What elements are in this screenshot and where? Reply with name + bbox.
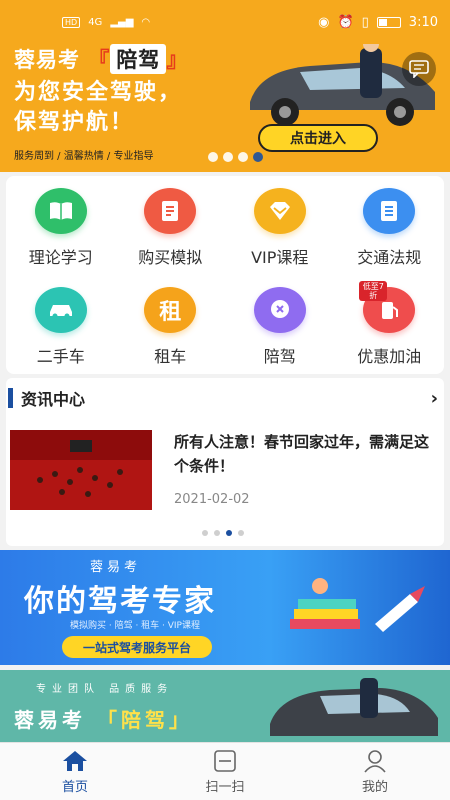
signal-label: 4G [88,16,103,28]
promo2-brand-prefix: 蓉易考 [14,708,86,732]
news-section-title: 资讯中心 [21,390,86,409]
news-dot[interactable] [214,530,220,536]
news-thumbnail [10,430,152,510]
bottom-tab-bar: 首页 扫一扫 我的 [0,742,450,800]
news-header[interactable]: 资讯中心 › [6,378,444,418]
books-rocket-illustration-icon [290,578,425,632]
banner-highlight: 陪驾 [110,44,167,74]
book-icon [34,188,87,234]
feature-label: 购买模拟 [138,248,203,267]
tab-label: 首页 [61,780,88,795]
message-button[interactable] [402,52,436,86]
feature-label: 交通法规 [357,248,422,267]
bracket-right-icon: 』 [166,48,189,72]
news-pagination [202,530,244,536]
app-screen: 蓉易考 『陪驾』 为您安全驾驶， 保驾护航！ 服务周到 / 温馨热情 / 专业指… [0,0,450,800]
promo1-headline: 你的驾考专家 [24,584,216,619]
car-icon [34,287,87,333]
banner-brand: 蓉易考 [14,48,80,72]
feature-item[interactable]: 理论学习 [6,176,116,275]
status-bar: HD 4G ▂▄▆ ◠ ◉ ⏰ ▯ 3:10 [0,0,450,44]
bracket-left-icon: 『 [88,48,111,72]
battery-icon [376,16,401,28]
banner-line1: 蓉易考 『陪驾』 [14,44,188,74]
news-dot[interactable] [202,530,208,536]
tab-label: 扫一扫 [205,780,245,795]
crowd-image-icon [10,430,152,510]
banner-line2: 为您安全驾驶， [14,80,183,105]
feature-grid: 理论学习 购买模拟 VIP课程 交通法规 二手车租租车 陪驾 低至7折 优惠加油 [6,176,444,374]
promo1-subline: 模拟购买 · 陪驾 · 租车 · VIP课程 [70,621,200,631]
tab-scan[interactable]: 扫一扫 [150,743,300,800]
user-icon [361,748,389,774]
badge-icon [253,287,306,333]
promo1-pill: 一站式驾考服务平台 [62,636,212,658]
feature-item[interactable]: VIP课程 [225,176,335,275]
feature-item[interactable]: 租租车 [116,275,226,374]
rent-icon: 租 [144,287,197,333]
promo1-brand: 蓉易考 [90,560,142,575]
list-icon [363,188,416,234]
promo2-tags: 专业团队 品质服务 [36,684,174,695]
promo-banner-companion-driving[interactable]: 专业团队 品质服务 蓉易考 「陪驾」 [0,670,450,742]
news-dot-active[interactable] [226,530,232,536]
discount-tag: 低至7折 [359,281,388,301]
news-item[interactable]: 所有人注意！春节回家过年，需满足这个条件！ 2021-02-02 [6,418,444,510]
section-marker [8,388,13,408]
feature-label: 优惠加油 [357,347,422,366]
wifi-icon: ◠ [141,16,151,28]
feature-label: 二手车 [36,347,85,366]
banner-footer: 服务周到 / 温馨热情 / 专业指导 [14,151,154,162]
banner-line3: 保驾护航！ [14,110,135,135]
status-time: 3:10 [408,14,438,30]
feature-item[interactable]: 购买模拟 [116,176,226,275]
car-driver-illustration-icon [270,678,438,736]
feature-label: 陪驾 [263,347,296,366]
chevron-right-icon[interactable]: › [431,388,438,409]
alarm-icon: ⏰ [337,14,354,30]
news-dot[interactable] [238,530,244,536]
tab-home[interactable]: 首页 [0,743,150,800]
banner-dot[interactable] [238,152,248,162]
promo-banner-driving-expert[interactable]: 蓉易考 你的驾考专家 模拟购买 · 陪驾 · 租车 · VIP课程 一站式驾考服… [0,550,450,665]
home-icon [61,748,89,774]
feature-item[interactable]: 交通法规 [335,176,445,275]
feature-item[interactable]: 低至7折优惠加油 [335,275,445,374]
banner-dot[interactable] [223,152,233,162]
tab-label: 我的 [361,780,388,795]
banner-dot-active[interactable] [253,152,263,162]
tab-user[interactable]: 我的 [300,743,450,800]
news-headline: 所有人注意！春节回家过年，需满足这个条件！ [174,433,430,475]
chat-icon [409,60,429,78]
banner-pagination [208,152,263,162]
news-date: 2021-02-02 [174,492,250,507]
feature-item[interactable]: 二手车 [6,275,116,374]
feature-label: 租车 [154,347,187,366]
signal-icon: ▂▄▆ [110,16,134,28]
feature-label: VIP课程 [251,248,309,267]
network-badge: HD [62,16,81,28]
document-icon [144,188,197,234]
feature-item[interactable]: 陪驾 [225,275,335,374]
diamond-icon [253,188,306,234]
feature-label: 理论学习 [28,248,93,267]
promo2-brand: 蓉易考 「陪驾」 [14,704,193,733]
fuel-icon: 低至7折 [359,281,416,333]
enter-button[interactable]: 点击进入 [258,124,378,152]
scan-icon [211,748,239,774]
banner-dot[interactable] [208,152,218,162]
promo2-brand-highlight: 「陪驾」 [96,708,193,732]
feature-icon-glyph: 租 [159,300,182,325]
news-section: 资讯中心 › 所有人注意！春节回家过年，需满足这个条件！ 2021-02-02 [6,378,444,546]
eye-icon: ◉ [318,14,330,30]
vibrate-icon: ▯ [361,14,369,30]
